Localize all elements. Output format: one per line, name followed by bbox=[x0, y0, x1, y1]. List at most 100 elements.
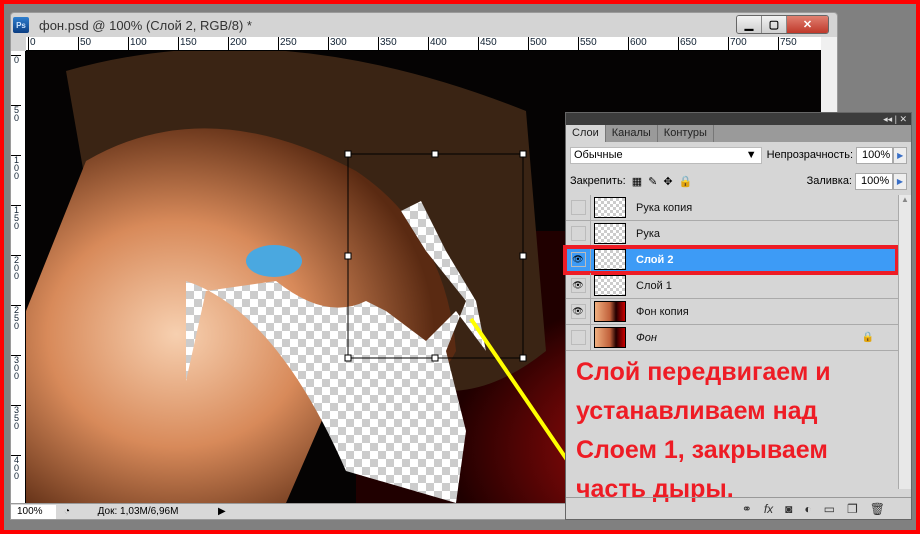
ruler-tick-label: 200 bbox=[11, 255, 21, 281]
eye-off-icon bbox=[570, 226, 586, 241]
ruler-tick-label: 400 bbox=[11, 455, 21, 481]
visibility-toggle[interactable] bbox=[566, 220, 591, 247]
ruler-tick-label: 250 bbox=[278, 37, 297, 50]
layer-name: Рука bbox=[636, 227, 661, 240]
opacity-slider-button[interactable]: ▶ bbox=[893, 146, 907, 164]
layer-row[interactable]: Фон 🔒 bbox=[566, 324, 899, 351]
trash-icon[interactable]: 🗑 bbox=[870, 502, 885, 516]
visibility-toggle[interactable]: 👁 bbox=[566, 246, 591, 273]
layers-scrollbar[interactable]: ▲ bbox=[898, 195, 911, 489]
mask-icon[interactable]: ◙ bbox=[785, 502, 792, 516]
close-button[interactable]: ✕ bbox=[787, 16, 828, 33]
fill-label: Заливка: bbox=[806, 175, 852, 187]
adjustment-icon[interactable]: ◐ bbox=[804, 502, 811, 516]
ruler-tick-label: 650 bbox=[678, 37, 697, 50]
layer-name: Слой 2 bbox=[636, 253, 674, 266]
layer-name: Фон bbox=[636, 331, 657, 344]
minimize-button[interactable]: ▁ bbox=[737, 16, 762, 33]
new-layer-icon[interactable]: ❐ bbox=[847, 502, 858, 516]
tab-paths[interactable]: Контуры bbox=[658, 125, 714, 142]
link-icon[interactable]: ⚭ bbox=[742, 502, 752, 516]
ruler-tick-label: 300 bbox=[11, 355, 21, 381]
blend-mode-select[interactable]: Обычные ▼ bbox=[570, 146, 762, 164]
blend-mode-value: Обычные bbox=[574, 148, 623, 161]
visibility-toggle[interactable]: 👁 bbox=[566, 272, 591, 299]
panel-footer: ⚭ fx ◙ ◐ ▭ ❐ 🗑 bbox=[566, 497, 911, 519]
eye-off-icon bbox=[570, 330, 586, 345]
annotation-text: Слой передвигаем и устанавливаем над Сло… bbox=[576, 353, 831, 509]
ruler-tick-label: 550 bbox=[578, 37, 597, 50]
ruler-horizontal[interactable]: 0 50 100 150 200 250 300 350 400 450 500 550 600 650 7… bbox=[26, 37, 822, 51]
ruler-tick-label: 250 bbox=[11, 305, 21, 331]
visibility-toggle[interactable]: 👁 bbox=[566, 298, 591, 325]
ruler-tick-label: 300 bbox=[328, 37, 347, 50]
zoom-field[interactable]: 100% bbox=[11, 504, 56, 519]
visibility-toggle[interactable] bbox=[566, 324, 591, 351]
ruler-tick-label: 750 bbox=[778, 37, 797, 50]
layer-thumbnail bbox=[594, 275, 626, 296]
tab-layers[interactable]: Слои bbox=[566, 125, 606, 142]
layer-name: Слой 1 bbox=[636, 279, 672, 292]
status-menu-icon[interactable]: ◔ bbox=[64, 506, 70, 517]
ruler-tick-label: 150 bbox=[178, 37, 197, 50]
status-arrow-icon[interactable]: ▶ bbox=[218, 506, 226, 517]
fx-icon[interactable]: fx bbox=[764, 502, 773, 516]
ruler-tick-label: 50 bbox=[78, 37, 91, 50]
layer-name: Рука копия bbox=[636, 201, 693, 214]
ruler-vertical[interactable]: 0 50 100 150 200 250 300 350 400 bbox=[11, 51, 26, 503]
eye-icon: 👁 bbox=[570, 252, 586, 267]
lock-icon: 🔒 bbox=[861, 332, 874, 343]
eye-off-icon bbox=[570, 200, 586, 215]
layer-thumbnail bbox=[594, 197, 626, 218]
ruler-tick-label: 0 bbox=[11, 55, 21, 65]
chevron-down-icon: ▼ bbox=[745, 148, 757, 161]
folder-icon[interactable]: ▭ bbox=[824, 502, 835, 516]
annotation-line: Слой передвигаем и bbox=[576, 358, 831, 386]
layers-panel: ◂◂ | ✕ Слои Каналы Контуры Обычные ▼ Непр… bbox=[563, 112, 912, 520]
panel-header[interactable]: ◂◂ | ✕ bbox=[566, 113, 911, 125]
ruler-tick-label: 400 bbox=[428, 37, 447, 50]
layer-thumbnail bbox=[594, 327, 626, 348]
eye-icon: 👁 bbox=[570, 278, 586, 293]
layer-thumbnail bbox=[594, 223, 626, 244]
lock-all-icon[interactable]: 🔒 bbox=[679, 175, 693, 188]
annotation-line: устанавливаем над bbox=[576, 397, 818, 425]
lock-move-icon[interactable]: ✥ bbox=[663, 175, 672, 188]
ruler-tick-label: 50 bbox=[11, 105, 21, 123]
ruler-tick-label: 0 bbox=[28, 37, 36, 50]
ruler-tick-label: 350 bbox=[11, 405, 21, 431]
ruler-tick-label: 700 bbox=[728, 37, 747, 50]
ruler-tick-label: 100 bbox=[11, 155, 21, 181]
layer-row[interactable]: 👁 Слой 2 bbox=[563, 245, 899, 275]
layer-row[interactable]: Рука bbox=[566, 220, 899, 247]
opacity-input[interactable]: 100% bbox=[856, 146, 894, 164]
opacity-label: Непрозрачность: bbox=[766, 149, 853, 161]
layer-name: Фон копия bbox=[636, 305, 689, 318]
lock-transparency-icon[interactable]: ▦ bbox=[632, 175, 642, 188]
ruler-tick-label: 200 bbox=[228, 37, 247, 50]
ruler-tick-label: 100 bbox=[128, 37, 147, 50]
ruler-tick-label: 450 bbox=[478, 37, 497, 50]
layer-row[interactable]: 👁 Слой 1 bbox=[566, 272, 899, 299]
ruler-tick-label: 350 bbox=[378, 37, 397, 50]
photoshop-icon: Ps bbox=[13, 17, 29, 33]
fill-slider-button[interactable]: ▶ bbox=[893, 172, 907, 190]
fill-input[interactable]: 100% bbox=[855, 172, 893, 190]
doc-size: Док: 1,03M/6,96M bbox=[97, 506, 179, 517]
layer-thumbnail bbox=[594, 301, 626, 322]
layers-list: Рука копия Рука 👁 Слой 2 👁 Слой 1 👁 Фон … bbox=[563, 194, 899, 351]
eye-icon: 👁 bbox=[570, 304, 586, 319]
lock-label: Закрепить: bbox=[570, 175, 626, 187]
annotation-line: Слоем 1, закрываем bbox=[576, 436, 828, 464]
tab-channels[interactable]: Каналы bbox=[606, 125, 658, 142]
title-bar: Ps фон.psd @ 100% (Слой 2, RGB/8) * ▁ ▢ … bbox=[11, 13, 837, 37]
layer-thumbnail bbox=[594, 249, 626, 270]
layer-row[interactable]: Рука копия bbox=[566, 194, 899, 221]
maximize-button[interactable]: ▢ bbox=[762, 16, 787, 33]
ruler-tick-label: 150 bbox=[11, 205, 21, 231]
ruler-tick-label: 500 bbox=[528, 37, 547, 50]
window-title: фон.psd @ 100% (Слой 2, RGB/8) * bbox=[39, 17, 252, 33]
layer-row[interactable]: 👁 Фон копия bbox=[566, 298, 899, 325]
visibility-toggle[interactable] bbox=[566, 194, 591, 221]
lock-brush-icon[interactable]: ✎ bbox=[648, 175, 657, 188]
